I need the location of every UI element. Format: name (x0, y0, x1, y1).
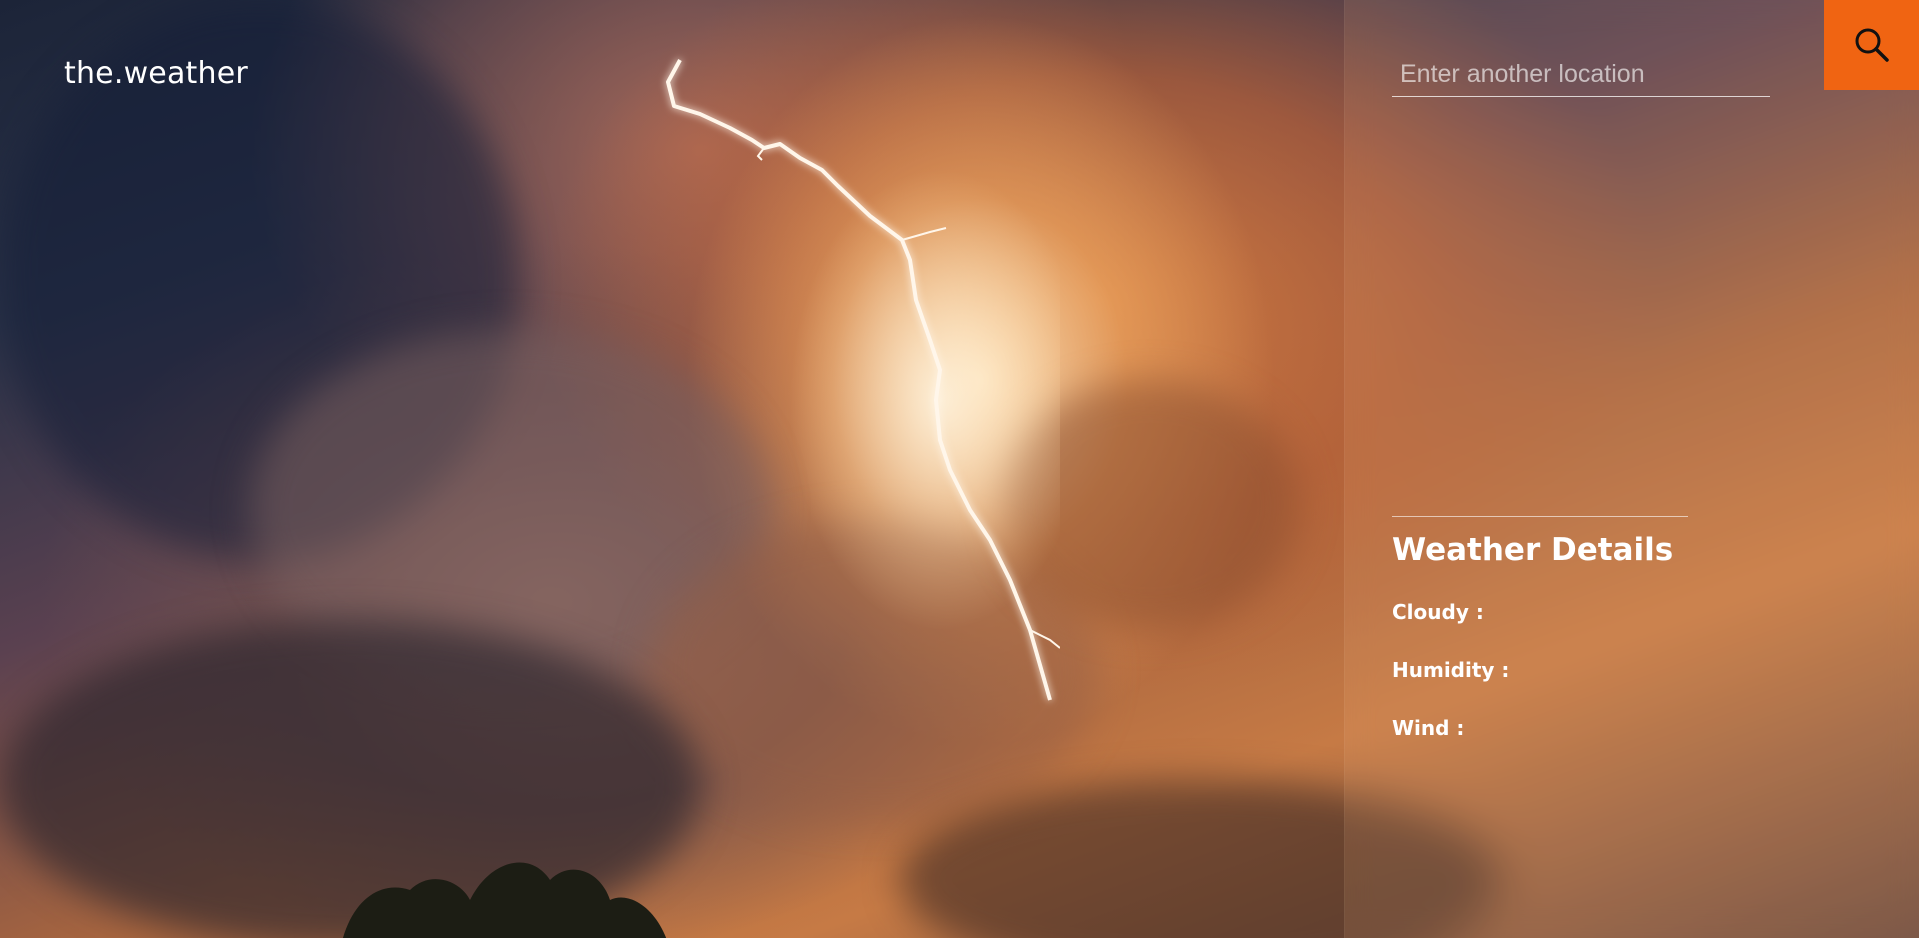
tree-silhouette (342, 862, 667, 938)
cloud-shape (0, 620, 700, 938)
app-logo: the.weather (64, 56, 248, 91)
cloud-shape (1000, 380, 1300, 630)
cloud-shape (250, 330, 770, 690)
weather-details-heading: Weather Details (1392, 532, 1674, 568)
humidity-label: Humidity : (1392, 658, 1510, 682)
cloudy-label: Cloudy : (1392, 600, 1484, 624)
cloud-shape (650, 520, 1100, 820)
section-divider (1392, 516, 1688, 517)
weather-details-list: Cloudy : Humidity : Wind : (1392, 600, 1509, 774)
lightning-bolt (666, 59, 1060, 701)
search-icon (1855, 28, 1889, 62)
weather-app: the.weather Weather Details Cloudy : Hum… (0, 0, 1919, 938)
search-button[interactable] (1824, 0, 1919, 90)
location-search-input[interactable] (1392, 52, 1770, 97)
weather-sidebar: Weather Details Cloudy : Humidity : Wind… (1344, 0, 1919, 938)
wind-label: Wind : (1392, 716, 1465, 740)
